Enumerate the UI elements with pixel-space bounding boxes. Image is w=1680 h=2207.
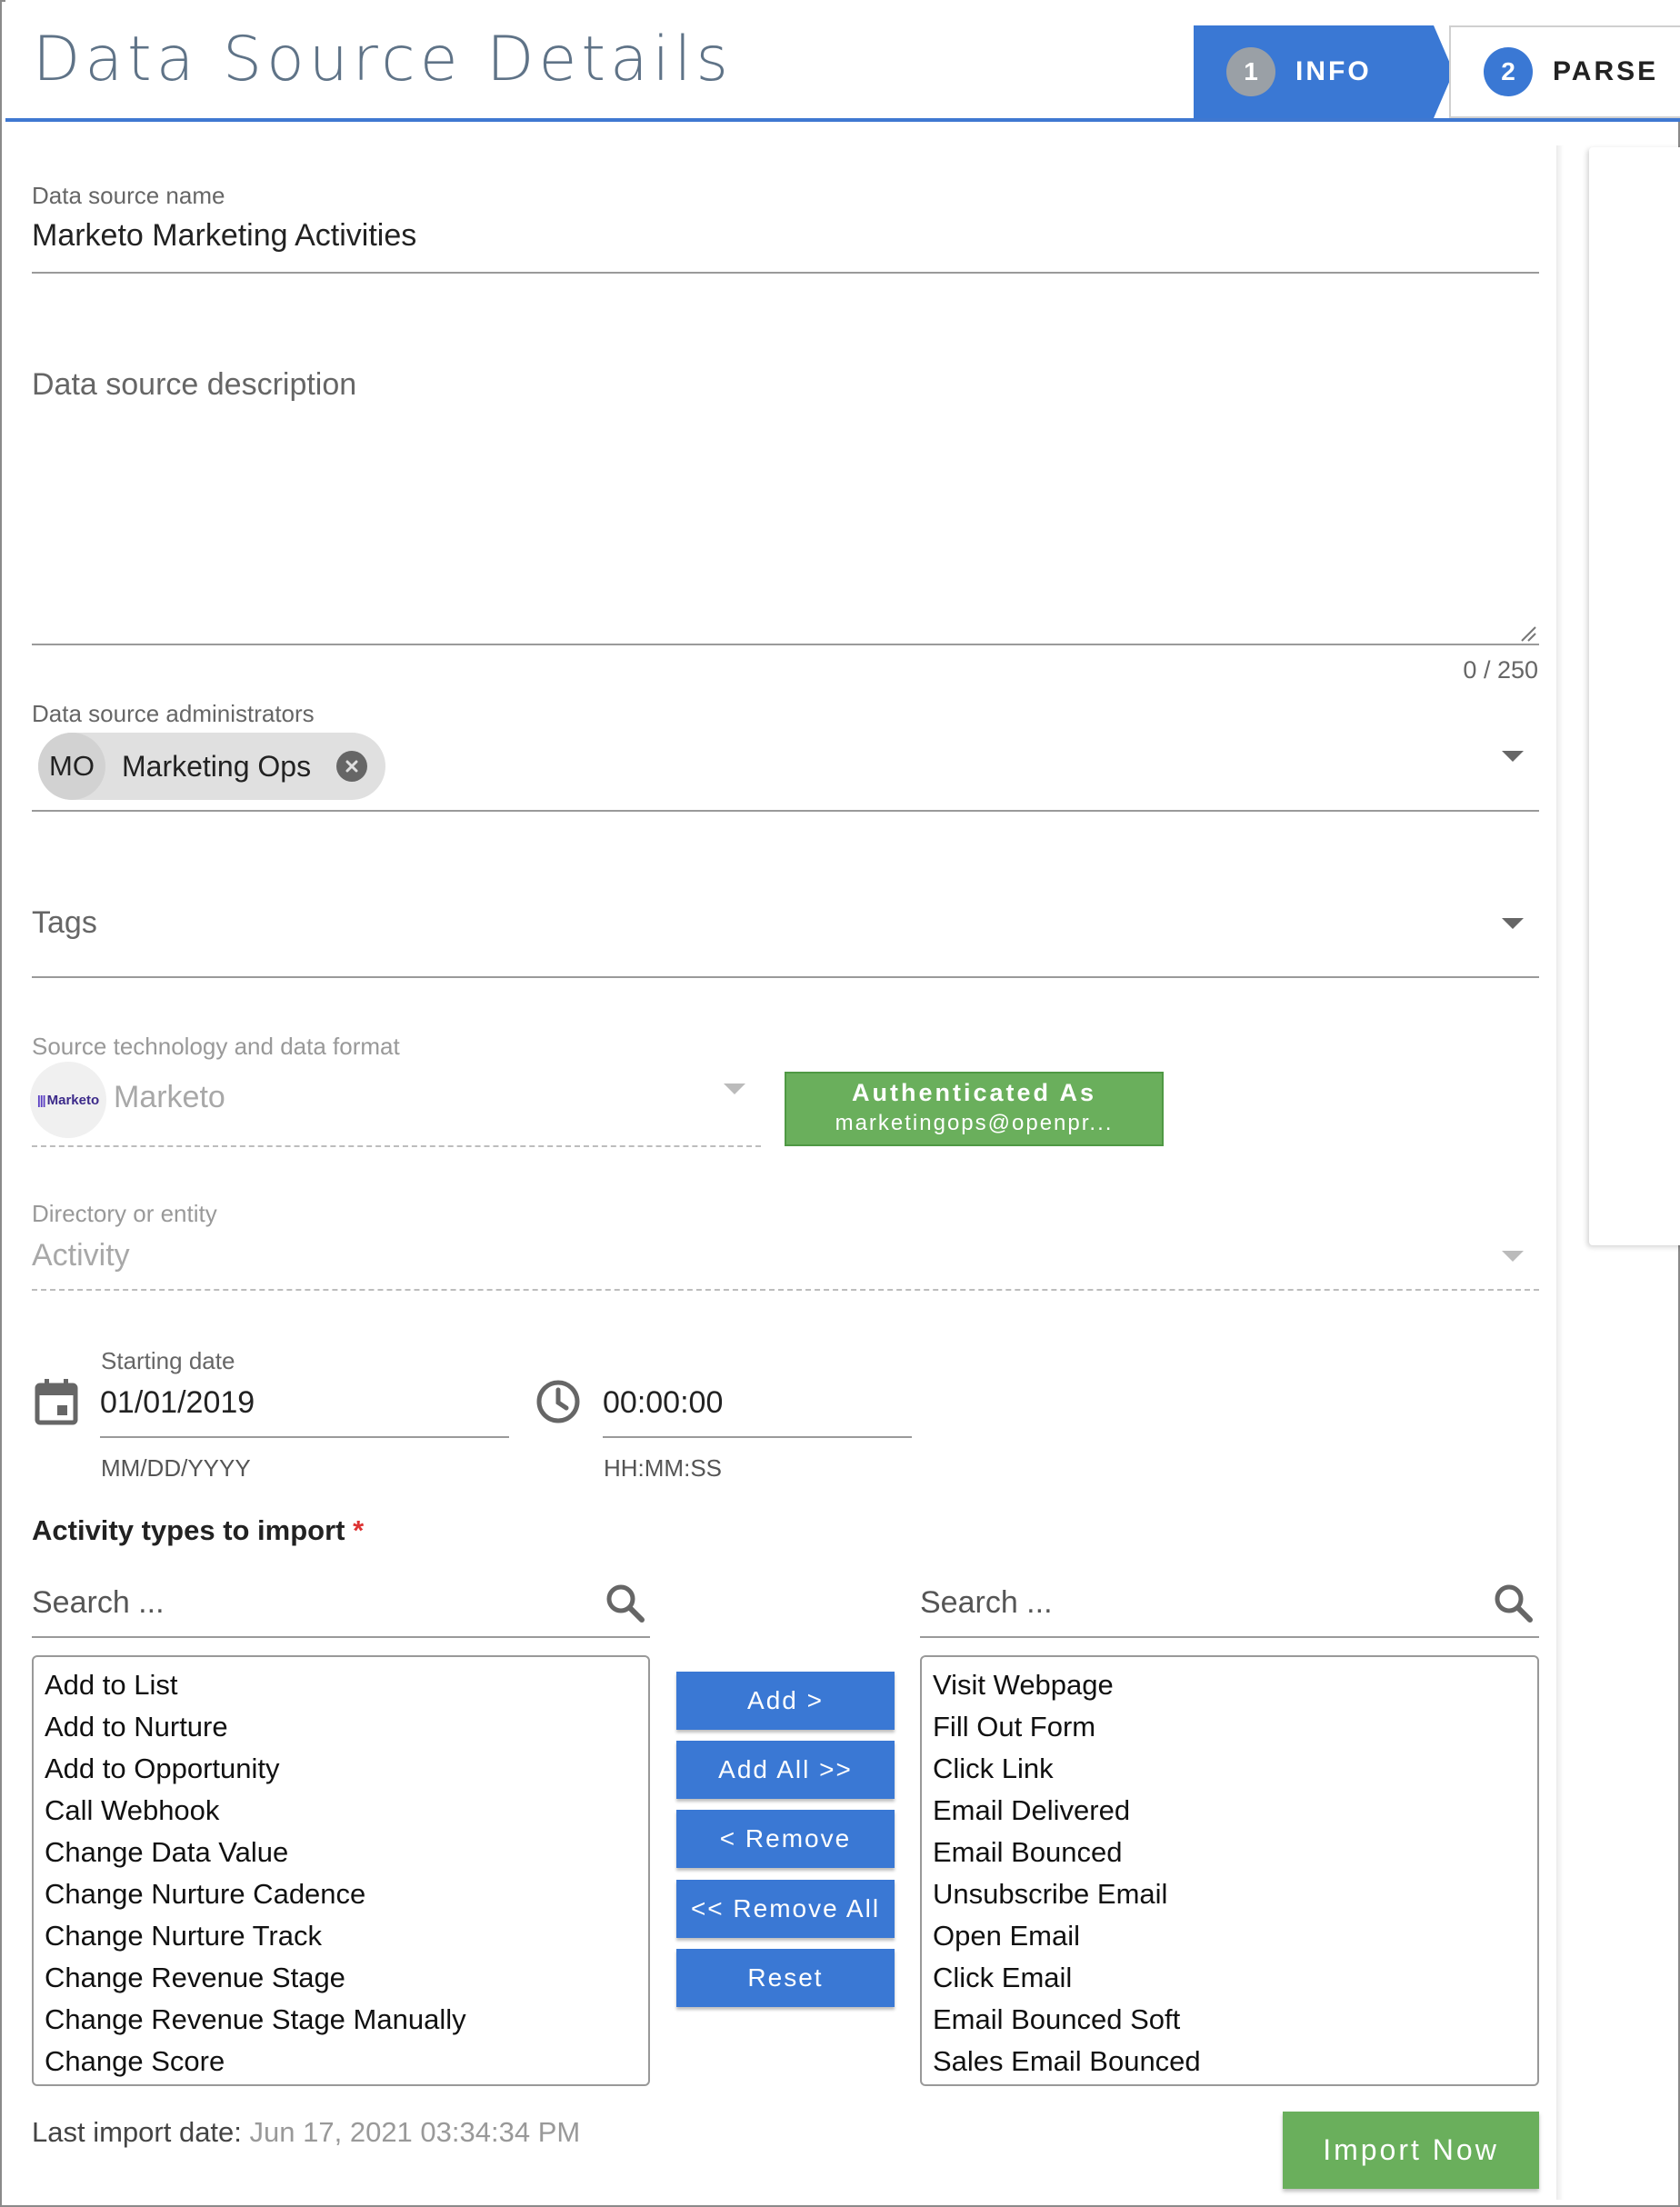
step-label: INFO (1295, 56, 1372, 86)
list-item[interactable]: Sales Email Bounced (933, 2041, 1526, 2082)
name-label: Data source name (32, 182, 225, 209)
step-label: PARSE (1553, 56, 1659, 86)
administrators-label: Data source administrators (32, 700, 315, 727)
selected-activities-list[interactable]: Visit Webpage Fill Out Form Click Link E… (920, 1655, 1539, 2086)
available-search-input[interactable]: Search ... (32, 1585, 165, 1621)
card-edge (1556, 145, 1564, 2200)
auth-account: marketingops@openpr... (835, 1111, 1114, 1135)
add-all-button[interactable]: Add All >> (676, 1741, 895, 1799)
source-label: Source technology and data format (32, 1033, 400, 1060)
date-hint: MM/DD/YYYY (101, 1454, 251, 1482)
entity-label: Directory or entity (32, 1200, 217, 1227)
entity-underline (32, 1289, 1539, 1291)
remove-chip-icon[interactable] (336, 751, 367, 782)
list-item[interactable]: Change Nurture Cadence (45, 1873, 637, 1915)
source-select: Marketo (114, 1080, 225, 1114)
chevron-down-icon (724, 1084, 745, 1094)
description-textarea[interactable]: Data source description (32, 367, 356, 403)
reset-button[interactable]: Reset (676, 1949, 895, 2007)
logo-text: Marketo (46, 1092, 100, 1108)
list-item[interactable]: Email Bounced (933, 1832, 1526, 1873)
administrator-chip[interactable]: MO Marketing Ops (38, 733, 385, 800)
list-item[interactable]: Add to List (45, 1664, 637, 1706)
list-item[interactable]: Click Link (933, 1748, 1526, 1790)
step-parse-tab[interactable]: 2 PARSE (1449, 25, 1680, 118)
date-input[interactable]: 01/01/2019 (100, 1385, 255, 1421)
list-item[interactable]: Change Data Value (45, 1832, 637, 1873)
last-import-label: Last import date: (32, 2116, 242, 2148)
chevron-down-icon[interactable] (1502, 751, 1524, 762)
time-hint: HH:MM:SS (604, 1454, 722, 1482)
description-underline (32, 644, 1539, 645)
search-icon[interactable] (604, 1582, 647, 1625)
page-title: Data Source Details (33, 24, 733, 95)
add-button[interactable]: Add > (676, 1672, 895, 1730)
tags-select[interactable]: Tags (32, 905, 97, 941)
marketo-logo-icon: ||| Marketo (30, 1062, 106, 1138)
time-underline (603, 1436, 912, 1438)
list-item[interactable]: Unsubscribe Email (933, 1873, 1526, 1915)
list-item[interactable]: Email Delivered (933, 1790, 1526, 1832)
selected-search-underline (920, 1636, 1539, 1638)
last-import-date: Jun 17, 2021 03:34:34 PM (249, 2116, 581, 2148)
name-input[interactable]: Marketo Marketing Activities (32, 218, 416, 254)
start-date-label: Starting date (101, 1347, 235, 1374)
list-item[interactable]: Change Revenue Stage (45, 1957, 637, 1999)
source-underline (32, 1145, 761, 1147)
resize-handle-icon[interactable] (1520, 625, 1536, 642)
list-item[interactable]: Add to Nurture (45, 1706, 637, 1748)
activity-section-title: Activity types to import * (32, 1514, 364, 1547)
import-now-button[interactable]: Import Now (1283, 2112, 1539, 2189)
chevron-down-icon[interactable] (1502, 918, 1524, 929)
last-import-info: Last import date: Jun 17, 2021 03:34:34 … (32, 2116, 580, 2149)
character-counter: 0 / 250 (1463, 656, 1538, 684)
step-info-tab[interactable]: 1 INFO (1194, 25, 1434, 118)
list-item[interactable]: Change Nurture Track (45, 1915, 637, 1957)
activity-title: Activity types to import (32, 1514, 345, 1546)
list-item[interactable]: Add to Opportunity (45, 1748, 637, 1790)
list-item[interactable]: Click Email (933, 1957, 1526, 1999)
list-item[interactable]: Change Revenue Stage Manually (45, 1999, 637, 2041)
remove-button[interactable]: < Remove (676, 1810, 895, 1868)
step-number: 1 (1226, 47, 1275, 96)
name-underline (32, 272, 1539, 274)
authenticated-badge: Authenticated As marketingops@openpr... (785, 1072, 1164, 1146)
required-mark: * (353, 1514, 365, 1546)
administrators-underline (32, 810, 1539, 812)
list-item[interactable]: Fill Out Form (933, 1706, 1526, 1748)
search-icon[interactable] (1492, 1582, 1535, 1625)
clock-icon[interactable] (535, 1378, 582, 1425)
side-panel (1589, 147, 1680, 1245)
list-item[interactable]: Call Webhook (45, 1790, 637, 1832)
calendar-icon[interactable] (35, 1378, 78, 1425)
auth-title: Authenticated As (851, 1079, 1097, 1106)
remove-all-button[interactable]: << Remove All (676, 1880, 895, 1938)
step-number: 2 (1484, 47, 1533, 96)
chip-label: Marketing Ops (122, 749, 312, 783)
list-item[interactable]: Change Score (45, 2041, 637, 2082)
chevron-down-icon (1502, 1251, 1524, 1262)
time-input[interactable]: 00:00:00 (603, 1385, 723, 1421)
list-item[interactable]: Visit Webpage (933, 1664, 1526, 1706)
entity-select: Activity (32, 1238, 130, 1273)
date-underline (100, 1436, 509, 1438)
avatar: MO (38, 733, 105, 800)
available-search-underline (32, 1636, 650, 1638)
tags-underline (32, 976, 1539, 978)
selected-search-input[interactable]: Search ... (920, 1585, 1053, 1621)
list-item[interactable]: Email Bounced Soft (933, 1999, 1526, 2041)
list-item[interactable]: Open Email (933, 1915, 1526, 1957)
available-activities-list[interactable]: Add to List Add to Nurture Add to Opport… (32, 1655, 650, 2086)
